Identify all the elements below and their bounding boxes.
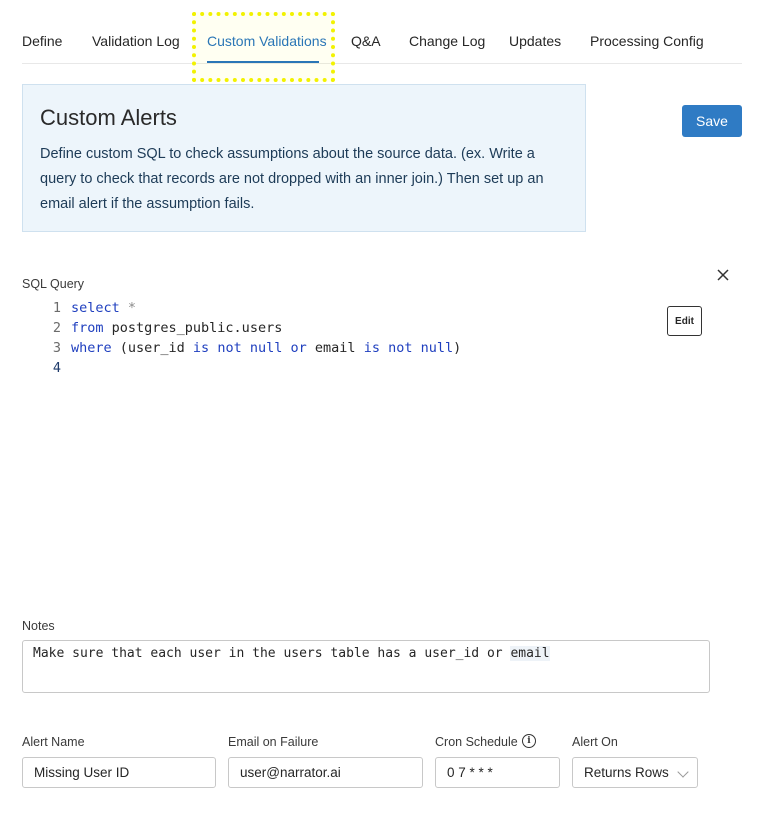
- tab-define[interactable]: Define: [22, 33, 62, 49]
- cron-schedule-input[interactable]: 0 7 * * *: [435, 757, 560, 788]
- tab-change-log[interactable]: Change Log: [409, 33, 485, 49]
- notes-label: Notes: [22, 619, 55, 633]
- custom-alerts-info-panel: Custom Alerts Define custom SQL to check…: [22, 84, 586, 232]
- alert-on-label: Alert On: [572, 735, 618, 749]
- line-number: 4: [52, 360, 61, 376]
- email-on-failure-input[interactable]: user@narrator.ai: [228, 757, 423, 788]
- alert-on-selected-value: Returns Rows: [584, 765, 669, 780]
- close-icon[interactable]: [714, 266, 732, 284]
- save-button[interactable]: Save: [682, 105, 742, 137]
- cron-schedule-label: Cron Schedule: [435, 735, 518, 749]
- code-line: 2 from postgres_public.users: [22, 318, 282, 338]
- tab-qa[interactable]: Q&A: [351, 33, 381, 49]
- code-line: 3 where (user_id is not null or email is …: [22, 338, 461, 358]
- line-number: 3: [52, 340, 61, 356]
- alert-name-label: Alert Name: [22, 735, 85, 749]
- tab-bar: Define Validation Log Custom Validations…: [22, 0, 742, 64]
- tab-validation-log[interactable]: Validation Log: [92, 33, 180, 49]
- active-tab-indicator: [207, 61, 319, 63]
- tab-updates[interactable]: Updates: [509, 33, 561, 49]
- code-line: 1 select *: [22, 298, 136, 318]
- line-number: 1: [52, 300, 61, 316]
- tab-processing-config[interactable]: Processing Config: [590, 33, 704, 49]
- email-on-failure-label: Email on Failure: [228, 735, 319, 749]
- line-number: 2: [52, 320, 61, 336]
- sql-editor[interactable]: 1 select * 2 from postgres_public.users 3w…: [22, 296, 712, 596]
- code-line: 4: [22, 358, 71, 378]
- alert-on-select[interactable]: Returns Rows: [572, 757, 698, 788]
- edit-sql-button[interactable]: Edit: [667, 306, 702, 336]
- tab-custom-validations[interactable]: Custom Validations: [207, 33, 327, 49]
- notes-text: Make sure that each user in the users ta…: [33, 646, 511, 661]
- sql-query-label: SQL Query: [22, 277, 85, 291]
- info-icon[interactable]: i: [522, 734, 536, 748]
- info-panel-title: Custom Alerts: [40, 105, 177, 130]
- info-panel-description: Define custom SQL to check assumptions a…: [40, 146, 544, 212]
- notes-text-highlight: email: [510, 646, 550, 661]
- notes-textarea[interactable]: Make sure that each user in the users ta…: [22, 640, 710, 693]
- alert-name-input[interactable]: Missing User ID: [22, 757, 216, 788]
- chevron-down-icon: [677, 766, 689, 778]
